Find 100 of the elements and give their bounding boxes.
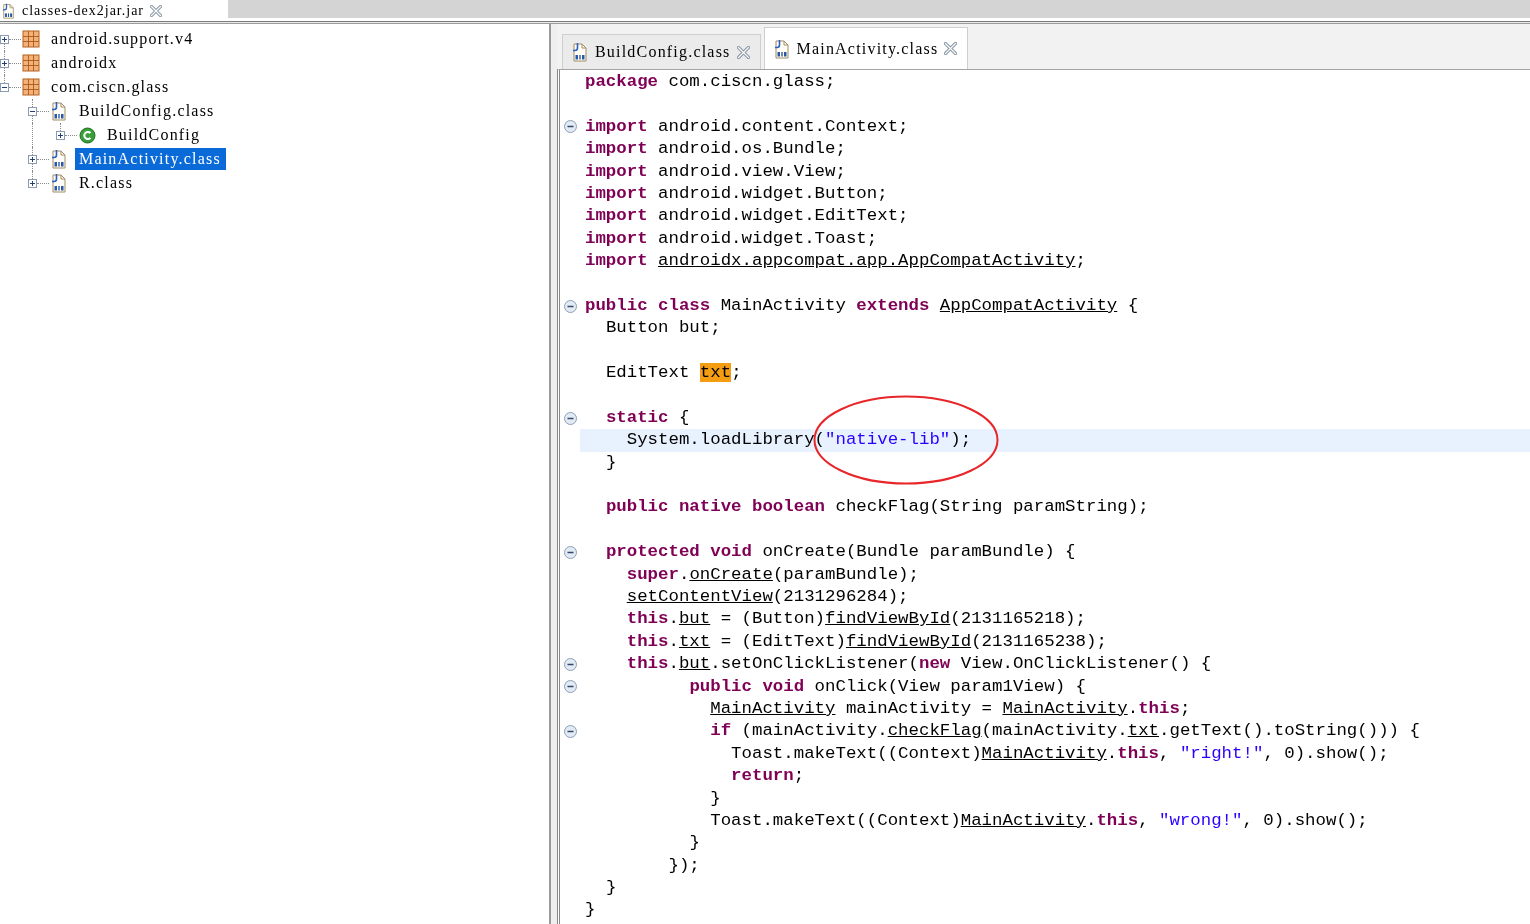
code-text: android.widget.EditText; <box>658 206 909 226</box>
code-text: } <box>605 878 617 898</box>
close-icon[interactable] <box>150 4 162 17</box>
code-keyword: if <box>710 721 733 741</box>
close-icon[interactable] <box>944 42 958 55</box>
tree-item[interactable]: BuildConfig.class <box>75 100 220 122</box>
code-text: (mainActivity. <box>981 721 1128 741</box>
code-text: , <box>1159 743 1171 763</box>
tree-item[interactable]: BuildConfig <box>103 124 206 146</box>
code-text: , <box>1138 810 1150 830</box>
code-link[interactable]: but <box>678 654 711 674</box>
code-link[interactable]: but <box>678 609 711 629</box>
code-text: . <box>1085 810 1097 830</box>
code-keyword: import <box>585 116 649 136</box>
code-text: checkFlag(String paramString); <box>835 497 1149 517</box>
string-literal: "right!" <box>1179 743 1264 763</box>
code-text: } <box>605 452 617 472</box>
highlighted-text: txt <box>699 363 732 383</box>
code-link[interactable]: MainActivity <box>981 743 1107 763</box>
code-text: Button but; <box>605 318 721 338</box>
collapse-icon[interactable] <box>28 106 37 116</box>
code-link[interactable]: onCreate <box>689 564 773 584</box>
code-keyword: import <box>585 228 649 248</box>
code-link[interactable]: setContentView <box>626 587 773 606</box>
class-file-icon <box>50 173 68 193</box>
tree-item[interactable]: com.ciscn.glass <box>47 76 175 98</box>
code-link[interactable]: txt <box>1127 721 1159 741</box>
tree-item[interactable]: MainActivity.class <box>75 148 226 170</box>
expand-icon[interactable] <box>0 58 9 68</box>
code-text: (2131165218); <box>950 609 1086 629</box>
code-keyword: this <box>626 609 669 629</box>
tree-item[interactable]: android.support.v4 <box>47 28 199 50</box>
code-text: ; <box>1179 698 1191 718</box>
code-text: Toast.makeText((Context) <box>731 743 982 763</box>
code-link[interactable]: txt <box>678 631 711 651</box>
code-text: ; <box>793 766 805 786</box>
collapse-icon[interactable] <box>563 545 577 559</box>
code-link[interactable]: MainActivity <box>710 698 836 718</box>
code-keyword: this <box>626 654 669 674</box>
code-text: (2131296284); <box>772 587 909 606</box>
code-text: mainActivity = <box>845 698 993 718</box>
class-file-icon <box>50 101 68 121</box>
tree-item[interactable]: androidx <box>47 52 123 74</box>
code-text: android.content.Context; <box>658 116 909 136</box>
code-keyword: static <box>605 407 670 427</box>
string-literal: "native-lib" <box>825 430 951 450</box>
code-keyword: package <box>585 72 660 91</box>
tree-item[interactable]: R.class <box>75 172 139 194</box>
code-link[interactable]: findViewById <box>845 631 972 651</box>
code-text: . <box>678 564 690 584</box>
editor-tab[interactable]: BuildConfig.class <box>562 34 761 69</box>
code-link[interactable]: androidx.appcompat.app.AppCompatActivity <box>658 251 1076 271</box>
class-icon <box>78 126 96 144</box>
code-text: android.os.Bundle; <box>658 139 846 159</box>
code-keyword: import <box>585 139 649 159</box>
collapse-icon[interactable] <box>563 680 577 694</box>
code-text: (paramBundle); <box>772 564 919 584</box>
code-text: View.OnClickListener() { <box>960 654 1212 674</box>
code-text: } <box>689 833 700 853</box>
code-keyword: this <box>626 631 669 651</box>
package-icon <box>22 30 40 48</box>
code-text: (2131165238); <box>971 631 1107 651</box>
code-keyword: import <box>585 251 649 271</box>
code-text: ; <box>1075 251 1086 271</box>
code-text: android.widget.Toast; <box>658 228 878 248</box>
code-keyword: extends <box>856 295 931 315</box>
code-text: } <box>585 900 596 920</box>
expand-icon[interactable] <box>0 34 9 44</box>
code-link[interactable]: MainActivity <box>1002 698 1128 718</box>
string-literal: "wrong!" <box>1159 810 1243 830</box>
code-text: EditText <box>605 363 691 383</box>
expand-icon[interactable] <box>56 130 65 140</box>
expand-icon[interactable] <box>28 178 37 188</box>
code-text: , 0).show(); <box>1263 743 1389 763</box>
collapse-icon[interactable] <box>563 120 577 134</box>
code-text: MainActivity <box>720 295 847 315</box>
code-keyword: import <box>585 183 649 203</box>
code-link[interactable]: AppCompatActivity <box>939 295 1118 315</box>
code-text: . <box>668 654 679 674</box>
code-text: . <box>1127 698 1139 718</box>
code-keyword: this <box>1096 810 1139 830</box>
code-text: { <box>1127 295 1139 315</box>
code-keyword: public class <box>585 295 712 315</box>
code-keyword: this <box>1138 698 1180 718</box>
class-file-icon <box>571 42 589 62</box>
editor-tab[interactable]: MainActivity.class <box>763 27 969 69</box>
expand-icon[interactable] <box>28 154 37 164</box>
collapse-icon[interactable] <box>0 82 9 92</box>
collapse-icon[interactable] <box>563 657 577 671</box>
code-link[interactable]: findViewById <box>825 609 951 629</box>
collapse-icon[interactable] <box>563 299 577 313</box>
code-text: ); <box>950 430 972 450</box>
code-link[interactable]: MainActivity <box>960 810 1086 830</box>
code-keyword: public void <box>689 676 806 696</box>
collapse-icon[interactable] <box>563 411 577 425</box>
code-link[interactable]: checkFlag <box>887 721 982 741</box>
class-file-icon <box>1 2 16 19</box>
collapse-icon[interactable] <box>563 725 577 738</box>
code-text: . <box>668 631 679 651</box>
close-icon[interactable] <box>736 45 750 59</box>
